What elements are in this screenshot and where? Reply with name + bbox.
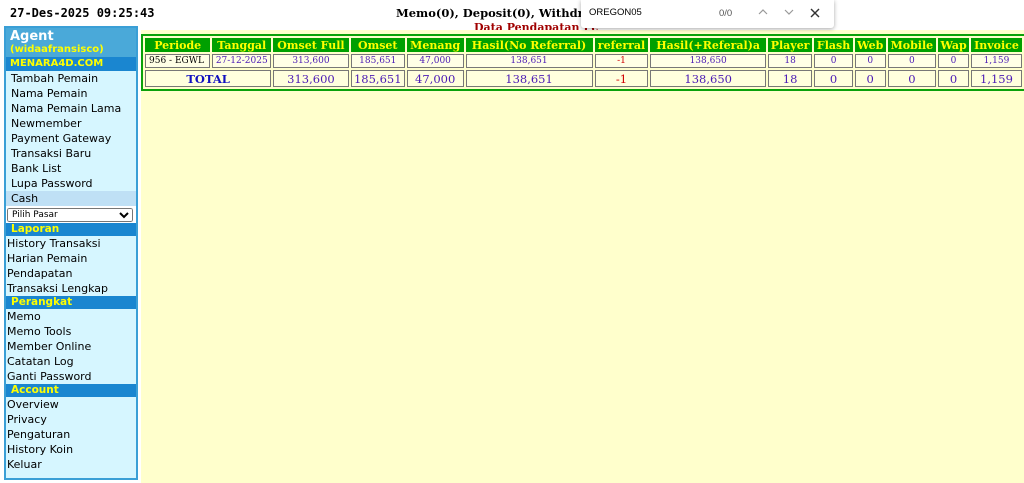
- sidebar-item-nama-pemain-lama[interactable]: Nama Pemain Lama: [6, 101, 136, 116]
- total-hasil-plus-referal: 138,650: [650, 70, 766, 87]
- sidebar-item-bank-list[interactable]: Bank List: [6, 161, 136, 176]
- cell-omset-full: 313,600: [273, 54, 349, 68]
- sidebar: Agent (widaafransisco) MENARA4D.COM Tamb…: [4, 26, 138, 480]
- sidebar-item-history-transaksi[interactable]: History Transaksi: [6, 236, 136, 251]
- sidebar-item-pengaturan[interactable]: Pengaturan: [6, 427, 136, 442]
- agent-title: Agent: [10, 29, 54, 44]
- table-total-row: TOTAL 313,600 185,651 47,000 138,651 -1 …: [145, 70, 1022, 87]
- sidebar-item-privacy[interactable]: Privacy: [6, 412, 136, 427]
- find-bar: 0/0: [581, 0, 834, 28]
- sidebar-item-memo[interactable]: Memo: [6, 309, 136, 324]
- total-web: 0: [854, 70, 886, 87]
- col-mobile: Mobile: [887, 38, 937, 52]
- chevron-down-icon[interactable]: [779, 4, 799, 24]
- find-match-count: 0/0: [719, 8, 733, 19]
- table-row: 956 - EGWL 27-12-2025 313,600 185,651 47…: [145, 54, 1022, 68]
- cell-flash: 0: [814, 54, 853, 68]
- col-player: Player: [767, 38, 813, 52]
- agent-username: (widaafransisco): [10, 44, 104, 55]
- col-referral: referral: [594, 38, 649, 52]
- total-player: 18: [767, 70, 813, 87]
- total-wap: 0: [938, 70, 969, 87]
- total-omset: 185,651: [350, 70, 405, 87]
- pasar-select[interactable]: Pilih Pasar: [7, 208, 133, 222]
- total-omset-full: 313,600: [273, 70, 349, 87]
- cell-hasil-no-referral: 138,651: [465, 54, 593, 68]
- col-menang: Menang: [406, 38, 464, 52]
- cell-periode: 956 - EGWL: [145, 54, 211, 68]
- cell-mobile: 0: [887, 54, 937, 68]
- cell-referral: -1: [594, 54, 649, 68]
- cell-tanggal: 27-12-2025: [212, 54, 272, 68]
- sidebar-item-pendapatan[interactable]: Pendapatan: [6, 266, 136, 281]
- cell-wap: 0: [938, 54, 969, 68]
- close-icon[interactable]: [805, 4, 825, 24]
- total-menang: 47,000: [406, 70, 464, 87]
- cell-web: 0: [854, 54, 886, 68]
- col-tanggal: Tanggal: [212, 38, 272, 52]
- total-hasil-no-referral: 138,651: [465, 70, 593, 87]
- main-content: Periode Tanggal Omset Full Omset Menang …: [141, 30, 1024, 483]
- table-header-row: Periode Tanggal Omset Full Omset Menang …: [145, 38, 1022, 52]
- col-flash: Flash: [814, 38, 853, 52]
- col-omset: Omset: [350, 38, 405, 52]
- section-account: Account: [6, 384, 136, 397]
- sidebar-item-tambah-pemain[interactable]: Tambah Pemain: [6, 71, 136, 86]
- col-wap: Wap: [938, 38, 969, 52]
- sidebar-item-transaksi-lengkap[interactable]: Transaksi Lengkap: [6, 281, 136, 296]
- sidebar-item-catatan-log[interactable]: Catatan Log: [6, 354, 136, 369]
- sidebar-item-ganti-password[interactable]: Ganti Password: [6, 369, 136, 384]
- sidebar-item-payment-gateway[interactable]: Payment Gateway: [6, 131, 136, 146]
- sidebar-item-nama-pemain[interactable]: Nama Pemain: [6, 86, 136, 101]
- section-laporan: Laporan: [6, 223, 136, 236]
- agent-header: Agent (widaafransisco): [6, 28, 136, 57]
- chevron-up-icon[interactable]: [753, 4, 773, 24]
- col-invoice: Invoice: [970, 38, 1022, 52]
- col-hasil-plus-referal: Hasil(+Referal)a: [650, 38, 766, 52]
- sidebar-item-overview[interactable]: Overview: [6, 397, 136, 412]
- total-invoice: 1,159: [970, 70, 1022, 87]
- cell-invoice: 1,159: [970, 54, 1022, 68]
- sidebar-item-cash[interactable]: Cash: [6, 191, 136, 206]
- site-name: MENARA4D.COM: [6, 57, 136, 71]
- sidebar-item-newmember[interactable]: Newmember: [6, 116, 136, 131]
- total-flash: 0: [814, 70, 853, 87]
- find-input[interactable]: [589, 7, 709, 18]
- sidebar-item-lupa-password[interactable]: Lupa Password: [6, 176, 136, 191]
- income-table-wrap: Periode Tanggal Omset Full Omset Menang …: [141, 34, 1024, 91]
- datetime-display: 27-Des-2025 09:25:43: [10, 6, 155, 20]
- sidebar-item-transaksi-baru[interactable]: Transaksi Baru: [6, 146, 136, 161]
- sidebar-item-harian-pemain[interactable]: Harian Pemain: [6, 251, 136, 266]
- total-mobile: 0: [887, 70, 937, 87]
- col-web: Web: [854, 38, 886, 52]
- sidebar-item-history-koin[interactable]: History Koin: [6, 442, 136, 457]
- sidebar-item-memo-tools[interactable]: Memo Tools: [6, 324, 136, 339]
- cell-player: 18: [767, 54, 813, 68]
- income-table: Periode Tanggal Omset Full Omset Menang …: [143, 36, 1024, 89]
- total-referral: -1: [594, 70, 649, 87]
- col-omset-full: Omset Full: [273, 38, 349, 52]
- cell-omset: 185,651: [350, 54, 405, 68]
- section-perangkat: Perangkat: [6, 296, 136, 309]
- col-periode: Periode: [145, 38, 211, 52]
- total-label: TOTAL: [145, 70, 272, 87]
- pasar-select-wrap: Pilih Pasar: [6, 206, 136, 223]
- sidebar-item-keluar[interactable]: Keluar: [6, 457, 136, 472]
- cell-hasil-plus-referal: 138,650: [650, 54, 766, 68]
- sidebar-item-member-online[interactable]: Member Online: [6, 339, 136, 354]
- col-hasil-no-referral: Hasil(No Referral): [465, 38, 593, 52]
- cell-menang: 47,000: [406, 54, 464, 68]
